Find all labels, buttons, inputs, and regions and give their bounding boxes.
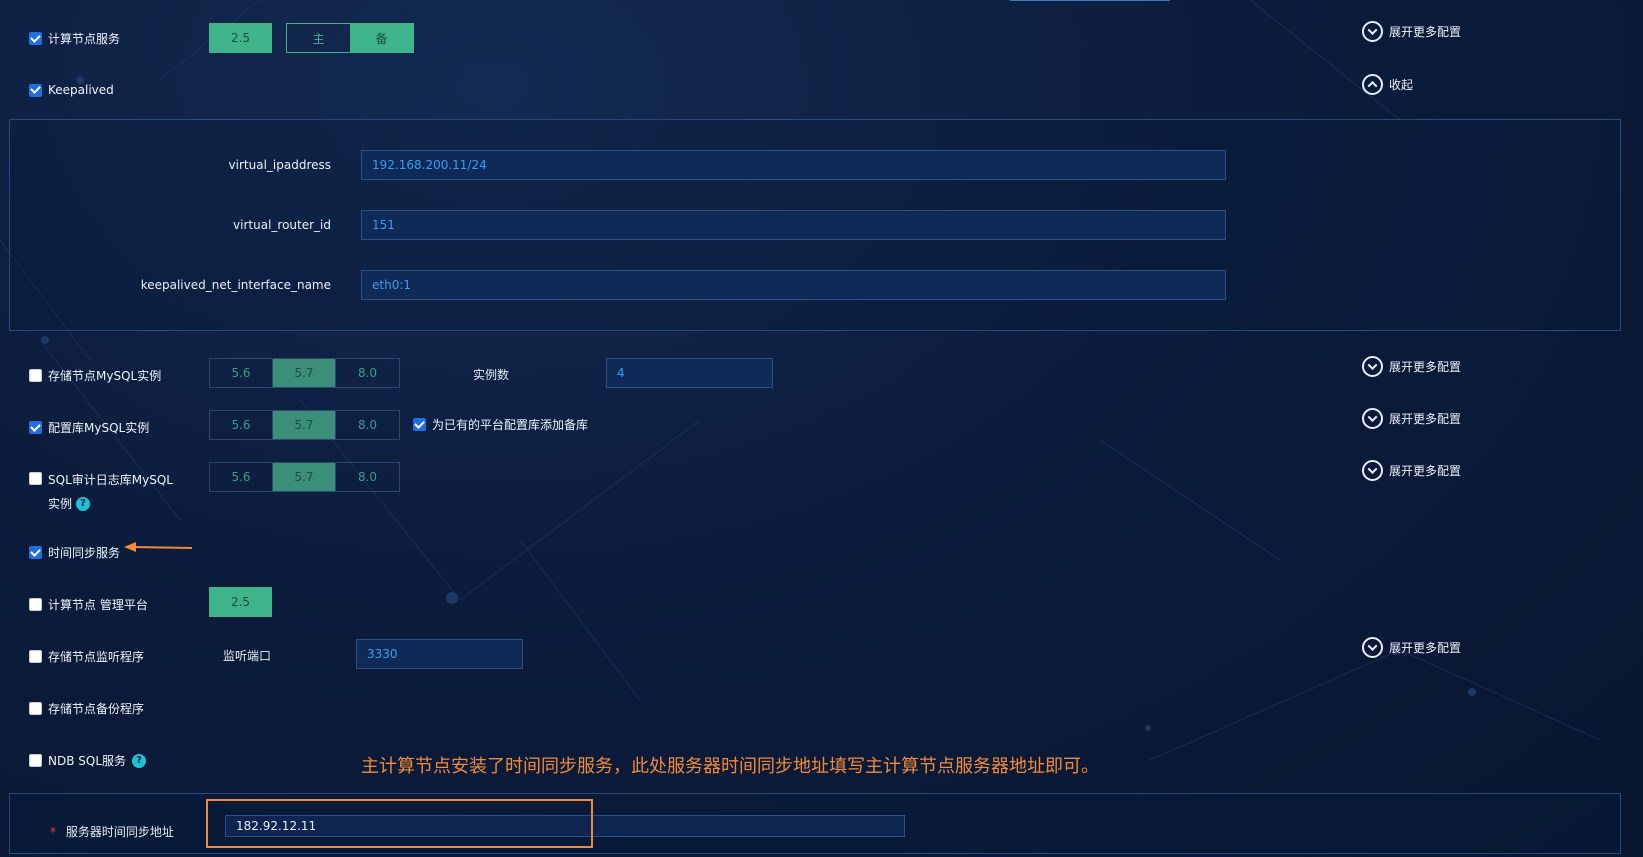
version-option[interactable]: 5.7	[273, 411, 336, 439]
version-option[interactable]: 5.7	[273, 463, 336, 491]
expand-label: 展开更多配置	[1389, 25, 1462, 39]
time-sync-row: 时间同步服务	[29, 544, 120, 561]
compute-mgmt-version-button[interactable]: 2.5	[209, 587, 272, 617]
config-mysql-expand-link[interactable]: 展开更多配置	[1362, 408, 1461, 429]
time-server-label: 服务器时间同步地址	[65, 825, 174, 839]
storage-monitor-row: 存储节点监听程序	[29, 648, 144, 665]
net-interface-name-label: keepalived_net_interface_name	[140, 278, 331, 292]
ndb-sql-label: NDB SQL服务	[48, 754, 127, 768]
storage-backup-row: 存储节点备份程序	[29, 700, 144, 717]
keepalived-row: Keepalived	[29, 83, 114, 97]
sql-audit-row: SQL审计日志库MySQL 实例 ?	[29, 471, 173, 512]
storage-mysql-expand-link[interactable]: 展开更多配置	[1362, 356, 1461, 377]
version-option[interactable]: 5.7	[273, 359, 336, 387]
port-input[interactable]: 3330	[356, 639, 523, 669]
role-main-option[interactable]: 主	[287, 24, 350, 52]
add-backup-option: 为已有的平台配置库添加备库	[413, 416, 588, 433]
ndb-sql-row: NDB SQL服务 ?	[29, 752, 147, 769]
config-mysql-row: 配置库MySQL实例	[29, 419, 149, 436]
highlight-box	[206, 799, 593, 848]
compute-mgmt-checkbox[interactable]	[29, 598, 42, 611]
compute-mgmt-label: 计算节点 管理平台	[48, 598, 148, 612]
version-option[interactable]: 5.6	[210, 411, 273, 439]
add-backup-label: 为已有的平台配置库添加备库	[432, 418, 589, 432]
instances-label: 实例数	[473, 368, 510, 382]
chevron-down-circle-icon	[1362, 637, 1383, 658]
keepalived-checkbox[interactable]	[29, 83, 42, 97]
time-sync-label: 时间同步服务	[48, 546, 121, 560]
required-mark: *	[50, 825, 56, 839]
virtual-ipaddress-input[interactable]: 192.168.200.11/24	[361, 150, 1226, 180]
net-interface-name-input[interactable]: eth0:1	[361, 270, 1226, 300]
chevron-down-circle-icon	[1362, 21, 1383, 42]
compute-mgmt-row: 计算节点 管理平台	[29, 596, 148, 613]
compute-service-label: 计算节点服务	[48, 32, 121, 46]
keepalived-label: Keepalived	[48, 83, 114, 97]
version-option[interactable]: 8.0	[336, 359, 399, 387]
arrow-annotation-icon	[124, 542, 193, 552]
keepalived-collapse-link[interactable]: 收起	[1362, 74, 1413, 95]
help-icon[interactable]: ?	[132, 753, 147, 768]
storage-monitor-checkbox[interactable]	[29, 650, 42, 663]
role-toggle: 主 备	[286, 23, 414, 53]
expand-label: 展开更多配置	[1389, 360, 1462, 374]
sql-audit-version-selector: 5.6 5.7 8.0	[209, 462, 400, 492]
time-server-label-wrap: * 服务器时间同步地址	[50, 823, 174, 840]
instances-input[interactable]: 4	[606, 358, 773, 388]
ndb-sql-checkbox[interactable]	[29, 754, 42, 767]
port-label: 监听端口	[223, 649, 272, 663]
sql-audit-expand-link[interactable]: 展开更多配置	[1362, 460, 1461, 481]
annotation-text: 主计算节点安装了时间同步服务，此处服务器时间同步地址填写主计算节点服务器地址即可…	[361, 756, 1099, 777]
expand-label: 展开更多配置	[1389, 464, 1462, 478]
compute-service-expand-link[interactable]: 展开更多配置	[1362, 21, 1461, 42]
compute-service-checkbox[interactable]	[29, 32, 42, 45]
version-option[interactable]: 5.6	[210, 463, 273, 491]
storage-backup-checkbox[interactable]	[29, 702, 42, 715]
sql-audit-label-line1: SQL审计日志库MySQL	[48, 473, 173, 487]
collapse-label: 收起	[1389, 78, 1414, 92]
config-mysql-label: 配置库MySQL实例	[48, 421, 150, 435]
storage-mysql-label: 存储节点MySQL实例	[48, 369, 162, 383]
config-mysql-checkbox[interactable]	[29, 421, 42, 434]
storage-mysql-row: 存储节点MySQL实例	[29, 367, 161, 384]
storage-monitor-label: 存储节点监听程序	[48, 650, 145, 664]
version-option[interactable]: 8.0	[336, 463, 399, 491]
expand-label: 展开更多配置	[1389, 412, 1462, 426]
sql-audit-label-line2: 实例	[48, 497, 73, 511]
help-icon[interactable]: ?	[76, 496, 91, 511]
sql-audit-checkbox[interactable]	[29, 472, 42, 485]
storage-backup-label: 存储节点备份程序	[48, 702, 145, 716]
role-backup-option[interactable]: 备	[350, 24, 413, 52]
chevron-down-circle-icon	[1362, 356, 1383, 377]
compute-service-version-button[interactable]: 2.5	[209, 23, 272, 53]
virtual-router-id-label: virtual_router_id	[233, 218, 331, 232]
storage-mysql-version-selector: 5.6 5.7 8.0	[209, 358, 400, 388]
compute-service-row: 计算节点服务	[29, 30, 120, 47]
config-mysql-version-selector: 5.6 5.7 8.0	[209, 410, 400, 440]
storage-mysql-checkbox[interactable]	[29, 369, 42, 382]
virtual-ipaddress-label: virtual_ipaddress	[228, 158, 331, 172]
time-sync-checkbox[interactable]	[29, 546, 42, 559]
add-backup-checkbox[interactable]	[413, 418, 426, 431]
chevron-down-circle-icon	[1362, 408, 1383, 429]
storage-monitor-expand-link[interactable]: 展开更多配置	[1362, 637, 1461, 658]
chevron-up-circle-icon	[1362, 74, 1383, 95]
version-option[interactable]: 5.6	[210, 359, 273, 387]
chevron-down-circle-icon	[1362, 460, 1383, 481]
virtual-router-id-input[interactable]: 151	[361, 210, 1226, 240]
version-option[interactable]: 8.0	[336, 411, 399, 439]
expand-label: 展开更多配置	[1389, 641, 1462, 655]
